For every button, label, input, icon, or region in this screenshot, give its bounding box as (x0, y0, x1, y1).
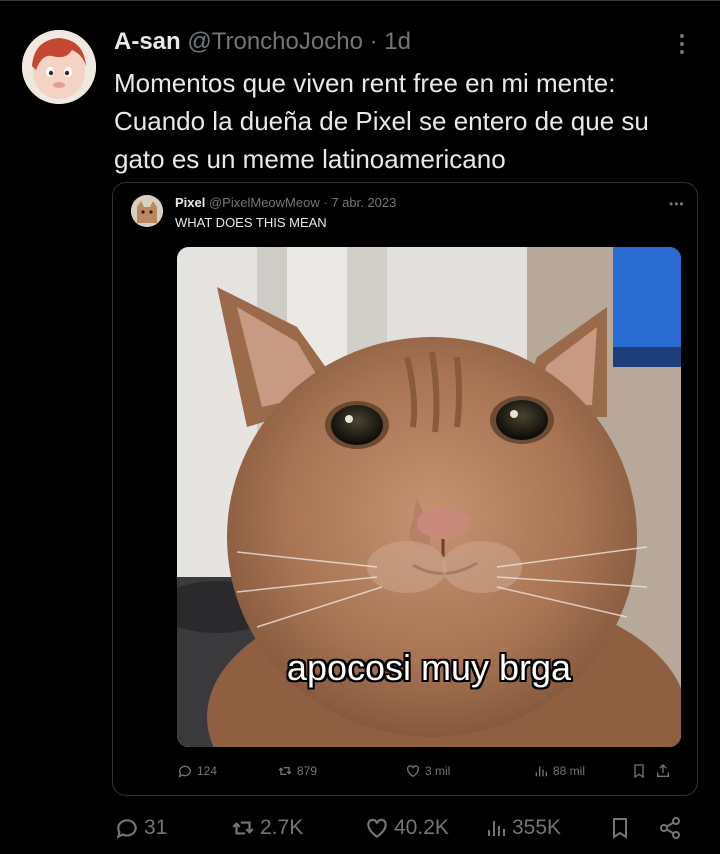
separator-dot: · (323, 195, 328, 210)
tweet-time[interactable]: 1d (384, 28, 411, 55)
views-count: 355K (512, 816, 562, 839)
tweet-text: Momentos que viven rent free en mi mente… (114, 64, 704, 178)
repost-count: 2.7K (260, 816, 304, 839)
quoted-actions-bar: 124 879 3 mil 88 mil (177, 763, 681, 783)
quoted-repost-count: 879 (297, 764, 318, 778)
tweet[interactable]: A-san @TronchoJocho · 1d Momentos que vi… (0, 0, 720, 854)
reply-action[interactable]: 31 (114, 810, 167, 846)
tweet-text-line: gato es un meme latinoamericano (114, 144, 506, 174)
bookmark-icon (613, 818, 627, 839)
like-count: 40.2K (394, 816, 449, 839)
quoted-reply-count: 124 (197, 764, 218, 778)
quoted-text: WHAT DOES THIS MEAN (175, 215, 327, 230)
quoted-author-avatar[interactable] (131, 195, 163, 227)
more-vertical-icon[interactable] (672, 30, 692, 60)
heart-icon (407, 765, 419, 778)
more-horizontal-icon[interactable]: ••• (669, 197, 685, 211)
quoted-like-action[interactable]: 3 mil (405, 763, 450, 779)
reply-count: 31 (144, 816, 168, 839)
repost-icon (278, 767, 292, 775)
quoted-share-action[interactable] (655, 763, 671, 779)
bookmark-action[interactable] (608, 810, 632, 846)
quoted-bookmark-action[interactable] (631, 763, 647, 779)
heart-icon (367, 818, 387, 838)
quoted-date[interactable]: 7 abr. 2023 (331, 195, 396, 210)
views-bar-icon (488, 821, 505, 836)
bookmark-icon (634, 764, 644, 779)
separator-dot: · (369, 28, 378, 55)
share-icon (660, 817, 680, 839)
media-caption: apocosi muy brga (286, 647, 572, 688)
reply-icon (178, 765, 191, 778)
quoted-author-handle[interactable]: @PixelMeowMeow (209, 195, 320, 210)
author-avatar[interactable] (22, 30, 96, 104)
tweet-text-line: Momentos que viven rent free en mi mente… (114, 68, 616, 98)
quoted-tweet[interactable]: Pixel @PixelMeowMeow · 7 abr. 2023 ••• W… (112, 182, 698, 796)
share-icon (657, 764, 669, 777)
quoted-views-action[interactable]: 88 mil (533, 763, 585, 779)
views-bar-icon (535, 766, 547, 777)
quoted-views-count: 88 mil (553, 764, 586, 778)
quoted-reply-action[interactable]: 124 (177, 763, 217, 779)
views-action[interactable]: 355K (484, 810, 561, 846)
repost-action[interactable]: 2.7K (230, 810, 303, 846)
tweet-header: A-san @TronchoJocho · 1d (114, 26, 411, 58)
tweet-actions-bar: 31 2.7K 40.2K 355K (114, 810, 694, 846)
quoted-author-name[interactable]: Pixel (175, 195, 205, 210)
quoted-media-image[interactable]: apocosi muy brga (177, 247, 681, 747)
like-action[interactable]: 40.2K (364, 810, 449, 846)
quoted-like-count: 3 mil (425, 764, 451, 778)
share-action[interactable] (658, 810, 682, 846)
repost-icon (232, 821, 254, 835)
author-handle[interactable]: @TronchoJocho (187, 28, 363, 55)
quoted-header: Pixel @PixelMeowMeow · 7 abr. 2023 (175, 195, 396, 211)
reply-icon (116, 819, 137, 839)
author-name[interactable]: A-san (114, 28, 181, 55)
quoted-repost-action[interactable]: 879 (277, 763, 317, 779)
tweet-text-line: Cuando la dueña de Pixel se entero de qu… (114, 106, 649, 136)
